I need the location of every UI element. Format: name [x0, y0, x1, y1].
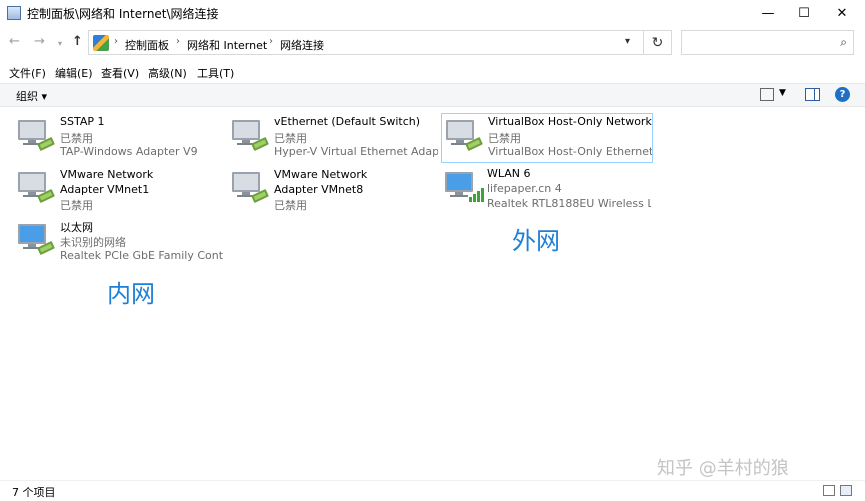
- menu-bar: 文件(F) 编辑(E) 查看(V) 高级(N) 工具(T): [0, 62, 865, 82]
- up-arrow-icon[interactable]: ↑: [72, 34, 83, 49]
- connection-name: VirtualBox Host-Only Network: [488, 115, 652, 128]
- network-adapter-disabled-icon: [230, 116, 272, 154]
- help-icon[interactable]: ?: [835, 87, 850, 102]
- connection-name: 以太网: [60, 221, 93, 234]
- recent-locations-chevron-icon[interactable]: ▾: [58, 39, 62, 48]
- item-count: 7 个项目: [12, 486, 56, 499]
- connection-status: 已禁用: [274, 132, 307, 145]
- close-icon: ✕: [836, 5, 848, 21]
- breadcrumb-network-internet[interactable]: 网络和 Internet: [187, 37, 267, 53]
- network-adapter-disabled-icon: [444, 116, 486, 154]
- close-button[interactable]: ✕: [819, 0, 865, 26]
- view-options-chevron-icon[interactable]: ▼: [779, 88, 786, 98]
- menu-edit[interactable]: 编辑(E): [55, 65, 93, 81]
- address-dropdown-chevron-icon[interactable]: ▾: [625, 36, 630, 47]
- connection-status: 已禁用: [488, 132, 521, 145]
- network-adapter-disabled-icon: [16, 116, 58, 154]
- breadcrumb-network-connections[interactable]: 网络连接: [280, 37, 324, 53]
- title-bar: 控制面板\网络和 Internet\网络连接 — ☐ ✕: [0, 0, 865, 26]
- connection-status: 已禁用: [274, 199, 307, 212]
- connection-device: Hyper-V Virtual Ethernet Adap...: [274, 145, 438, 158]
- connection-item[interactable]: SSTAP 1 已禁用 TAP-Windows Adapter V9: [14, 114, 226, 164]
- change-view-icon[interactable]: [760, 88, 774, 101]
- watermark: 知乎 @羊村的狼: [657, 458, 789, 479]
- connection-name: vEthernet (Default Switch): [274, 115, 421, 128]
- connection-item[interactable]: VMware Network Adapter VMnet8 已禁用: [228, 166, 440, 216]
- menu-advanced[interactable]: 高级(N): [148, 65, 187, 81]
- connection-status: 已禁用: [60, 199, 93, 212]
- connection-item[interactable]: vEthernet (Default Switch) 已禁用 Hyper-V Vir…: [228, 114, 440, 164]
- connection-item[interactable]: 以太网未识别的网络 Realtek PCIe GbE Family Contr..…: [14, 218, 226, 268]
- connection-device: TAP-Windows Adapter V9: [60, 145, 198, 158]
- connection-device: Realtek RTL8188EU Wireless L...: [487, 197, 651, 210]
- breadcrumb-control-panel[interactable]: 控制面板: [125, 37, 169, 53]
- network-adapter-disabled-icon: [230, 168, 272, 206]
- breadcrumb-separator-icon[interactable]: ›: [269, 36, 273, 47]
- command-bar: 组织 ▾ ▼ ?: [0, 83, 865, 107]
- connection-status: 未识别的网络: [60, 236, 126, 249]
- menu-file[interactable]: 文件(F): [9, 65, 46, 81]
- outer-network-annotation: 外网: [512, 227, 560, 255]
- menu-view[interactable]: 查看(V): [101, 65, 139, 81]
- wifi-adapter-connected-icon: [443, 168, 485, 206]
- maximize-icon: ☐: [798, 5, 810, 21]
- connection-name: VMware Network Adapter VMnet8: [274, 168, 368, 196]
- connection-device: VirtualBox Host-Only Ethernet ...: [488, 145, 652, 158]
- refresh-button[interactable]: ↻: [644, 30, 672, 55]
- connection-item[interactable]: WLAN 6 lifepaper.cn 4 Realtek RTL8188EU Wi…: [441, 166, 653, 216]
- minimize-icon: —: [761, 5, 775, 21]
- address-bar[interactable]: › 控制面板 › 网络和 Internet › 网络连接 ▾: [88, 30, 644, 55]
- preview-pane-icon[interactable]: [805, 88, 820, 101]
- control-panel-icon: [93, 35, 109, 51]
- organize-button[interactable]: 组织 ▾: [16, 88, 47, 104]
- forward-arrow-icon[interactable]: →: [34, 34, 45, 49]
- search-input[interactable]: ⌕: [681, 30, 854, 55]
- breadcrumb-separator-icon[interactable]: ›: [176, 36, 180, 47]
- window-title: 控制面板\网络和 Internet\网络连接: [27, 7, 219, 21]
- network-adapter-disabled-icon: [16, 168, 58, 206]
- status-bar: 7 个项目: [0, 480, 865, 501]
- inner-network-annotation: 内网: [107, 280, 155, 308]
- refresh-icon: ↻: [651, 34, 664, 51]
- connection-status: lifepaper.cn 4: [487, 182, 562, 195]
- connection-item[interactable]: VMware Network Adapter VMnet1 已禁用: [14, 166, 226, 216]
- address-toolbar: ← → ▾ ↑ › 控制面板 › 网络和 Internet › 网络连接 ▾ ↻…: [0, 27, 865, 59]
- search-icon: ⌕: [840, 35, 847, 49]
- connection-device: Realtek PCIe GbE Family Contr...: [60, 249, 224, 262]
- large-icons-view-icon[interactable]: [840, 485, 852, 496]
- details-view-icon[interactable]: [823, 485, 835, 496]
- menu-tools[interactable]: 工具(T): [197, 65, 234, 81]
- connection-name: WLAN 6: [487, 167, 531, 180]
- connection-name: SSTAP 1: [60, 115, 105, 128]
- ethernet-adapter-connected-icon: [16, 220, 58, 258]
- connection-status: 已禁用: [60, 132, 93, 145]
- connection-name: VMware Network Adapter VMnet1: [60, 168, 154, 196]
- network-connections-app-icon: [7, 6, 21, 20]
- back-arrow-icon[interactable]: ←: [9, 34, 20, 49]
- breadcrumb-separator-icon[interactable]: ›: [114, 36, 118, 47]
- connection-item[interactable]: VirtualBox Host-Only Network 已禁用 VirtualBo…: [441, 113, 653, 163]
